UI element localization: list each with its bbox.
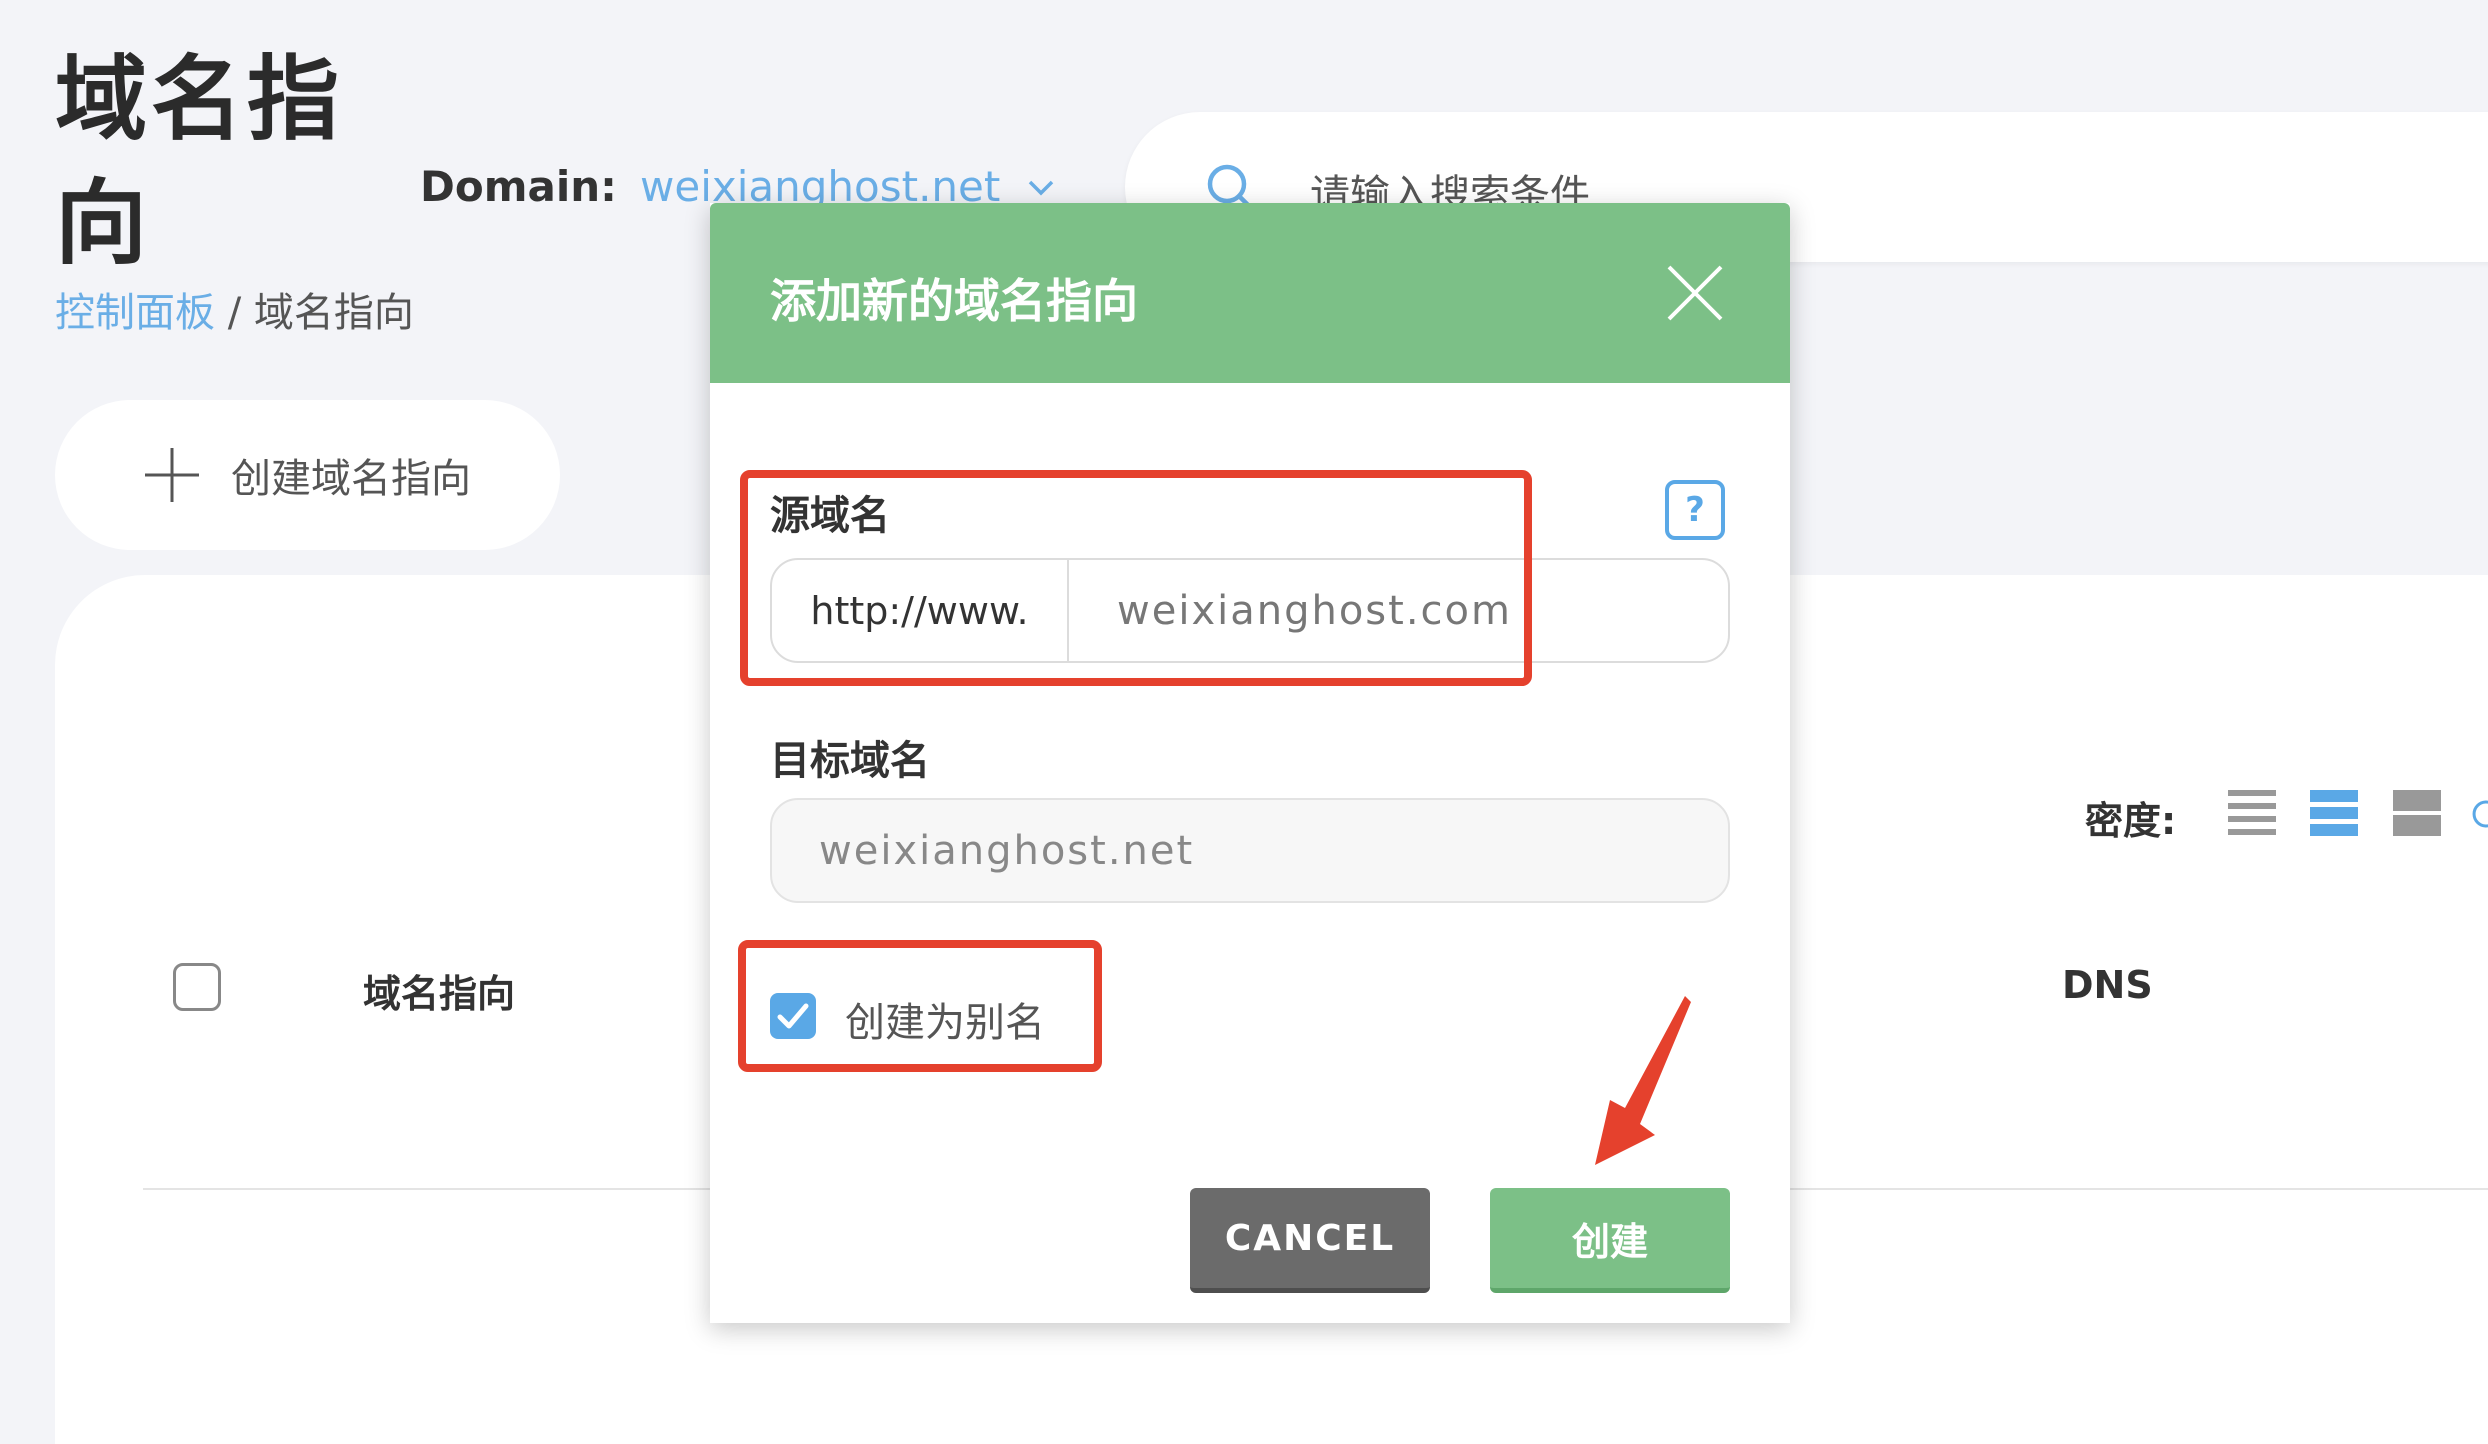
breadcrumb-home-link[interactable]: 控制面板 (55, 290, 215, 336)
create-button[interactable]: 创建 (1490, 1188, 1730, 1293)
dialog-title: 添加新的域名指向 (770, 274, 1138, 328)
cancel-button[interactable]: CANCEL (1190, 1188, 1430, 1293)
alias-checkbox-label[interactable]: 创建为别名 (845, 990, 1045, 1048)
refresh-icon[interactable] (2470, 795, 2488, 831)
close-icon[interactable] (1665, 263, 1725, 323)
help-icon[interactable]: ? (1665, 480, 1725, 540)
density-label: 密度: (2085, 799, 2177, 843)
annotation-arrow-icon (1595, 996, 1691, 1165)
select-all-checkbox[interactable] (173, 963, 221, 1011)
dialog-header: 添加新的域名指向 (710, 203, 1790, 383)
density-comfortable-icon[interactable] (2393, 788, 2441, 838)
breadcrumb-current: 域名指向 (253, 290, 414, 336)
domain-label: Domain: (420, 162, 617, 211)
alias-checkbox[interactable] (770, 993, 816, 1039)
source-domain-label: 源域名 (770, 493, 890, 539)
source-prefix-select[interactable]: http://www. (772, 560, 1069, 661)
source-domain-input[interactable]: weixianghost.com (1069, 560, 1728, 661)
source-domain-field: http://www. weixianghost.com (770, 558, 1730, 663)
target-domain-input[interactable]: weixianghost.net (770, 798, 1730, 903)
density-compact-icon[interactable] (2228, 788, 2276, 838)
column-header-domain-pointer[interactable]: 域名指向 (363, 963, 515, 1018)
create-button-label: 创建域名指向 (231, 456, 471, 502)
column-header-dns[interactable]: DNS (2062, 963, 2153, 1007)
breadcrumb: 控制面板 / 域名指向 (55, 280, 414, 338)
create-domain-pointer-button[interactable]: 创建域名指向 (55, 400, 560, 550)
chevron-down-icon (1029, 180, 1054, 195)
check-icon (777, 1003, 809, 1029)
target-domain-label: 目标域名 (770, 738, 930, 784)
plus-icon (145, 448, 199, 502)
density-default-icon[interactable] (2310, 788, 2358, 838)
page-title: 域名指向 (55, 46, 344, 277)
breadcrumb-separator: / (215, 290, 254, 336)
